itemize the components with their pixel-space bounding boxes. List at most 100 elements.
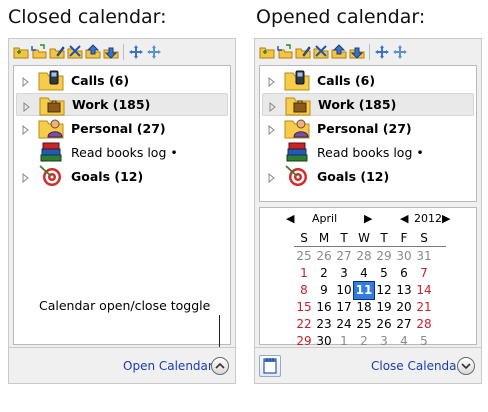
tree-item-label: Calls (6) <box>317 73 376 88</box>
calendar-day[interactable]: 31 <box>414 248 434 265</box>
tree-item[interactable]: Calls (6) <box>262 69 474 92</box>
next-month-arrow-icon[interactable]: ▶ <box>364 212 372 225</box>
calendar-day[interactable]: 26 <box>314 248 334 265</box>
notepad-icon <box>263 358 277 374</box>
move-up-icon[interactable] <box>331 44 347 60</box>
calendar-day[interactable]: 11 <box>353 281 375 300</box>
move-down-icon[interactable] <box>349 44 365 60</box>
calendar-day[interactable]: 4 <box>354 265 374 282</box>
calendar-day[interactable]: 13 <box>394 282 414 299</box>
calendar-day[interactable]: 5 <box>374 265 394 282</box>
collapse-all-icon[interactable] <box>146 44 162 60</box>
calendar-day[interactable]: 24 <box>334 316 354 333</box>
calendar-week: 25 26 27 28 29 30 31 <box>294 248 446 265</box>
collapse-all-icon[interactable] <box>392 44 408 60</box>
calendar-day[interactable]: 7 <box>414 265 434 282</box>
tree-item[interactable]: Work (185) <box>262 93 474 116</box>
calendar-day[interactable]: 12 <box>374 282 394 299</box>
tree-item[interactable]: Read books log • <box>262 141 474 164</box>
collapse-calendar-button[interactable] <box>457 357 475 375</box>
calendar-day[interactable]: 25 <box>294 248 314 265</box>
calendar-day[interactable]: 21 <box>414 299 434 316</box>
calendar-day[interactable]: 17 <box>334 299 354 316</box>
delete-icon[interactable] <box>67 44 83 60</box>
new-folder-icon[interactable] <box>13 44 29 60</box>
calendar-day[interactable]: 2 <box>314 265 334 282</box>
expand-all-icon[interactable] <box>374 44 390 60</box>
calendar-day[interactable]: 26 <box>374 316 394 333</box>
weekday-label: W <box>358 231 370 245</box>
move-down-icon[interactable] <box>103 44 119 60</box>
tree-item[interactable]: Calls (6) <box>16 69 228 92</box>
calendar-week: 15 16 17 18 19 20 21 <box>294 299 446 316</box>
phone-folder-icon <box>284 69 310 91</box>
calendar-day[interactable]: 27 <box>334 248 354 265</box>
move-up-icon[interactable] <box>85 44 101 60</box>
month-label[interactable]: April <box>312 212 337 225</box>
expand-arrow-icon[interactable] <box>268 123 276 136</box>
calendar-day[interactable]: 15 <box>294 299 314 316</box>
tree-item-label: Personal (27) <box>317 121 412 136</box>
calendar-note-button[interactable] <box>259 355 281 377</box>
target-icon <box>38 165 64 187</box>
calendar-day[interactable]: 9 <box>314 282 334 299</box>
calendar-day[interactable]: 25 <box>354 316 374 333</box>
tree-item[interactable]: Personal (27) <box>16 117 228 140</box>
books-icon <box>38 141 64 163</box>
delete-icon[interactable] <box>313 44 329 60</box>
tree-item-label: Read books log • <box>317 145 424 160</box>
expand-arrow-icon[interactable] <box>22 123 30 136</box>
tree-item[interactable]: Goals (12) <box>262 165 474 188</box>
expand-all-icon[interactable] <box>128 44 144 60</box>
calendar-week: 1234567 <box>294 265 446 282</box>
open-calendar-link[interactable]: Open Calendar <box>123 359 213 373</box>
year-label[interactable]: 2012 <box>414 212 442 225</box>
calendar-day[interactable]: 16 <box>314 299 334 316</box>
new-subfolder-icon[interactable] <box>277 44 293 60</box>
next-year-arrow-icon[interactable]: ▶ <box>442 212 450 225</box>
tree-item-label: Work (185) <box>72 97 151 112</box>
calendar-day[interactable]: 29 <box>374 248 394 265</box>
calendar-day[interactable]: 14 <box>414 282 434 299</box>
prev-year-arrow-icon[interactable]: ◀ <box>400 212 408 225</box>
weekday-label: T <box>340 231 348 245</box>
expand-arrow-icon[interactable] <box>268 75 276 88</box>
expand-arrow-icon[interactable] <box>268 171 276 184</box>
calendar-day[interactable]: 19 <box>374 299 394 316</box>
header-divider <box>294 246 446 247</box>
person-folder-icon <box>38 117 64 139</box>
weekday-label: T <box>380 231 388 245</box>
edit-icon[interactable] <box>49 44 65 60</box>
tree-item[interactable]: Goals (12) <box>16 165 228 188</box>
chevron-down-icon <box>461 363 471 370</box>
close-calendar-link[interactable]: Close Calendar <box>371 359 461 373</box>
tree-item-label: Personal (27) <box>71 121 166 136</box>
calendar-day[interactable]: 8 <box>294 282 314 299</box>
calendar-toggle-bar: Open Calendar <box>9 347 235 383</box>
expand-arrow-icon[interactable] <box>23 100 31 113</box>
calendar-day[interactable]: 1 <box>294 265 314 282</box>
new-subfolder-icon[interactable] <box>31 44 47 60</box>
calendar-day[interactable]: 10 <box>334 282 354 299</box>
calendar-day[interactable]: 27 <box>394 316 414 333</box>
expand-arrow-icon[interactable] <box>22 171 30 184</box>
expand-arrow-icon[interactable] <box>22 75 30 88</box>
tree-item[interactable]: Read books log • <box>16 141 228 164</box>
expand-arrow-icon[interactable] <box>269 100 277 113</box>
tree-item[interactable]: Work (185) <box>16 93 228 116</box>
calendar-day[interactable]: 3 <box>334 265 354 282</box>
calendar-day[interactable]: 20 <box>394 299 414 316</box>
edit-icon[interactable] <box>295 44 311 60</box>
calendar-day[interactable]: 23 <box>314 316 334 333</box>
calendar-day[interactable]: 18 <box>354 299 374 316</box>
expand-calendar-button[interactable] <box>211 357 229 375</box>
calendar-day[interactable]: 30 <box>394 248 414 265</box>
calendar-day[interactable]: 28 <box>354 248 374 265</box>
new-folder-icon[interactable] <box>259 44 275 60</box>
calendar-day[interactable]: 28 <box>414 316 434 333</box>
weekday-label: S <box>300 231 308 245</box>
prev-month-arrow-icon[interactable]: ◀ <box>286 212 294 225</box>
calendar-day[interactable]: 22 <box>294 316 314 333</box>
calendar-day[interactable]: 6 <box>394 265 414 282</box>
tree-item[interactable]: Personal (27) <box>262 117 474 140</box>
